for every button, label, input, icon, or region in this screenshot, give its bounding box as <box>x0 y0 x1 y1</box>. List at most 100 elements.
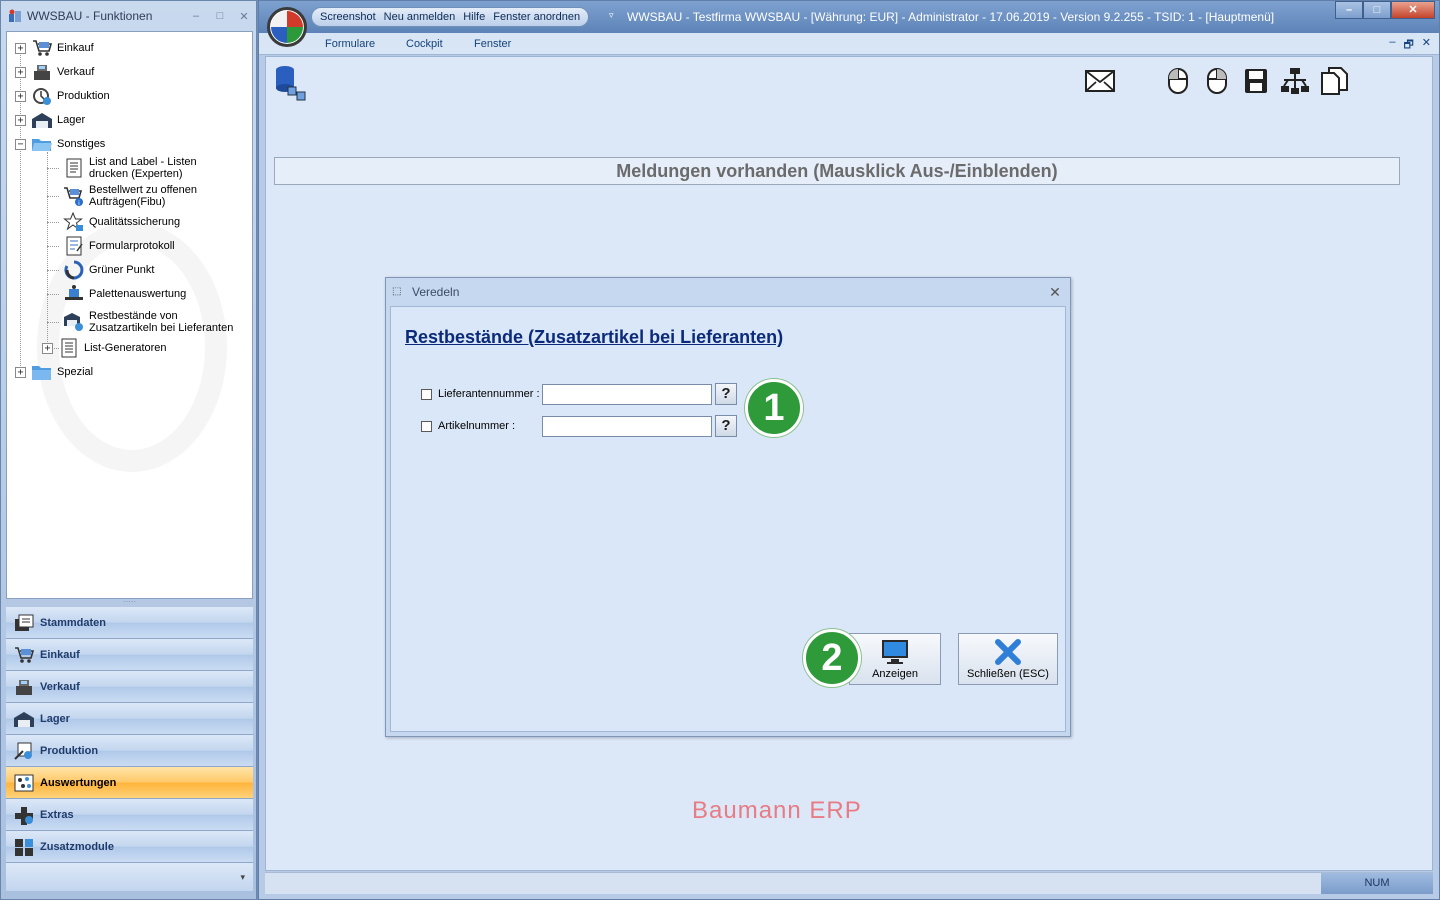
expand-toggle[interactable]: + <box>15 66 26 78</box>
watermark-text: Baumann ERP <box>692 797 862 824</box>
artikel-input[interactable] <box>542 415 712 437</box>
tree-item-verkauf[interactable]: + Verkauf <box>15 62 94 82</box>
tree-item-paletten[interactable]: Palettenauswertung <box>63 284 186 304</box>
functions-titlebar[interactable]: WWSBAU - Funktionen – □ ✕ <box>1 1 256 31</box>
num-lock-indicator: NUM <box>1321 873 1433 894</box>
nav-label: Lager <box>40 712 70 725</box>
tree-item-einkauf[interactable]: + Einkauf <box>15 38 94 58</box>
nav-zusatzmodule[interactable]: Zusatzmodule <box>6 831 253 863</box>
nav-auswertungen[interactable]: Auswertungen <box>6 767 253 799</box>
anzeigen-button[interactable]: Anzeigen <box>849 633 941 685</box>
workspace: Meldungen vorhanden (Mausklick Aus-/Einb… <box>265 56 1433 871</box>
messages-toggle-bar[interactable]: Meldungen vorhanden (Mausklick Aus-/Einb… <box>274 157 1400 185</box>
quick-neu-anmelden[interactable]: Neu anmelden <box>384 11 456 23</box>
tree-item-sonstiges[interactable]: − Sonstiges <box>15 134 105 154</box>
mdi-restore-button[interactable]: 🗗 <box>1403 36 1413 55</box>
tree-item-label: Bestellwert zu offenen Aufträgen(Fibu) <box>89 184 198 208</box>
tree-item-bestellwert[interactable]: i Bestellwert zu offenen Aufträgen(Fibu) <box>63 184 197 208</box>
tree-item-qualitaet[interactable]: Qualitätssicherung <box>63 211 180 232</box>
tree-item-spezial[interactable]: + Spezial <box>15 362 93 382</box>
lieferant-label: Lieferantennummer : <box>438 388 540 400</box>
mouse-left-icon[interactable] <box>1162 65 1194 97</box>
anzeigen-label: Anzeigen <box>872 668 918 680</box>
nav-extras[interactable]: Extras <box>6 799 253 831</box>
schliessen-button[interactable]: Schließen (ESC) <box>958 633 1058 685</box>
nav-verkauf[interactable]: Verkauf <box>6 671 253 703</box>
tree-item-list-generatoren[interactable]: + List-Generatoren <box>42 338 167 358</box>
cart-icon <box>31 38 53 58</box>
application-menu-button[interactable] <box>267 7 307 47</box>
floppy-icon[interactable] <box>1240 65 1272 97</box>
expand-toggle[interactable]: + <box>42 342 53 354</box>
dialog-close-button[interactable]: ✕ <box>1040 284 1070 301</box>
tree-item-restbestaende[interactable]: Restbestände von Zusatzartikeln bei Lief… <box>63 310 233 334</box>
lieferant-input[interactable] <box>542 383 712 405</box>
quick-fenster-anordnen[interactable]: Fenster anordnen <box>493 11 580 23</box>
main-minimize-button[interactable]: – <box>1335 1 1363 19</box>
nav-einkauf[interactable]: Einkauf <box>6 639 253 671</box>
lieferant-checkbox[interactable] <box>421 388 432 400</box>
close-button[interactable]: ✕ <box>232 10 256 23</box>
quick-access-toolbar: Screenshot Neu anmelden Hilfe Fenster an… <box>311 7 590 27</box>
nav-lager[interactable]: Lager <box>6 703 253 735</box>
remaining-stock-icon <box>63 312 85 332</box>
tree-item-formularprotokoll[interactable]: Formularprotokoll <box>63 236 175 256</box>
main-titlebar[interactable]: Screenshot Neu anmelden Hilfe Fenster an… <box>259 1 1439 33</box>
step-badge-2: 2 <box>803 629 861 687</box>
functions-title: WWSBAU - Funktionen <box>27 9 153 23</box>
nav-overflow-button[interactable]: ▾ <box>6 863 253 891</box>
tab-cockpit[interactable]: Cockpit <box>406 38 443 50</box>
quick-access-customize-icon[interactable]: ▿ <box>609 10 614 21</box>
minimize-button[interactable]: – <box>184 10 208 22</box>
tree-item-gruener-punkt[interactable]: Grüner Punkt <box>63 260 154 280</box>
cash-register-icon <box>31 62 53 82</box>
expand-toggle[interactable]: + <box>15 366 26 378</box>
tab-fenster[interactable]: Fenster <box>474 38 511 50</box>
production-icon <box>31 86 53 106</box>
expand-toggle[interactable]: + <box>15 114 26 126</box>
quick-hilfe[interactable]: Hilfe <box>463 11 485 23</box>
expand-toggle[interactable]: + <box>15 90 26 102</box>
list-generator-icon <box>58 338 80 358</box>
schliessen-label: Schließen (ESC) <box>967 668 1049 680</box>
nav-label: Produktion <box>40 744 99 757</box>
dialog-titlebar[interactable]: ⬚ Veredeln ✕ <box>386 278 1070 306</box>
step-badge-1: 1 <box>745 379 803 437</box>
artikel-help-button[interactable]: ? <box>715 415 737 437</box>
tree-item-label: Spezial <box>57 366 94 378</box>
database-icon[interactable] <box>274 65 306 104</box>
tree-line <box>47 270 59 271</box>
nav-stammdaten[interactable]: Stammdaten <box>6 607 253 639</box>
mdi-minimize-button[interactable]: – <box>1389 36 1395 55</box>
tree-item-label: Verkauf <box>57 66 95 78</box>
tree-item-lager[interactable]: + Lager <box>15 110 85 130</box>
mdi-close-button[interactable]: ✕ <box>1422 36 1431 55</box>
field-row-lieferant: Lieferantennummer : ? <box>421 383 737 405</box>
tree-item-label: Palettenauswertung <box>89 288 187 300</box>
mail-icon[interactable] <box>1084 65 1116 97</box>
tree-line <box>47 196 59 197</box>
lieferant-help-button[interactable]: ? <box>715 383 737 405</box>
quick-screenshot[interactable]: Screenshot <box>320 11 376 23</box>
tree-item-produktion[interactable]: + Produktion <box>15 86 110 106</box>
form-protocol-icon <box>63 236 85 256</box>
main-close-button[interactable]: ✕ <box>1391 1 1435 19</box>
dialog-heading: Restbestände (Zusatzartikel bei Lieferan… <box>405 327 784 347</box>
artikel-checkbox[interactable] <box>421 420 432 432</box>
document-copy-icon[interactable] <box>1318 65 1350 97</box>
tab-formulare[interactable]: Formulare <box>325 38 375 50</box>
production-icon <box>12 740 36 762</box>
mouse-right-icon[interactable] <box>1201 65 1233 97</box>
panel-splitter[interactable]: ····· <box>6 598 253 607</box>
tree-line <box>47 246 59 247</box>
folder-open-icon <box>31 134 53 154</box>
nav-produktion[interactable]: Produktion <box>6 735 253 767</box>
network-icon[interactable] <box>1279 65 1311 97</box>
tree-item-label: Restbestände von Zusatzartikeln bei Lief… <box>89 310 234 334</box>
tree-item-label: Lager <box>57 114 86 126</box>
expand-toggle[interactable]: + <box>15 42 26 54</box>
main-maximize-button[interactable]: □ <box>1363 1 1391 19</box>
tree-item-list-and-label[interactable]: List and Label - Listen drucken (Experte… <box>63 156 197 180</box>
collapse-toggle[interactable]: − <box>15 138 26 150</box>
maximize-button[interactable]: □ <box>208 10 232 22</box>
